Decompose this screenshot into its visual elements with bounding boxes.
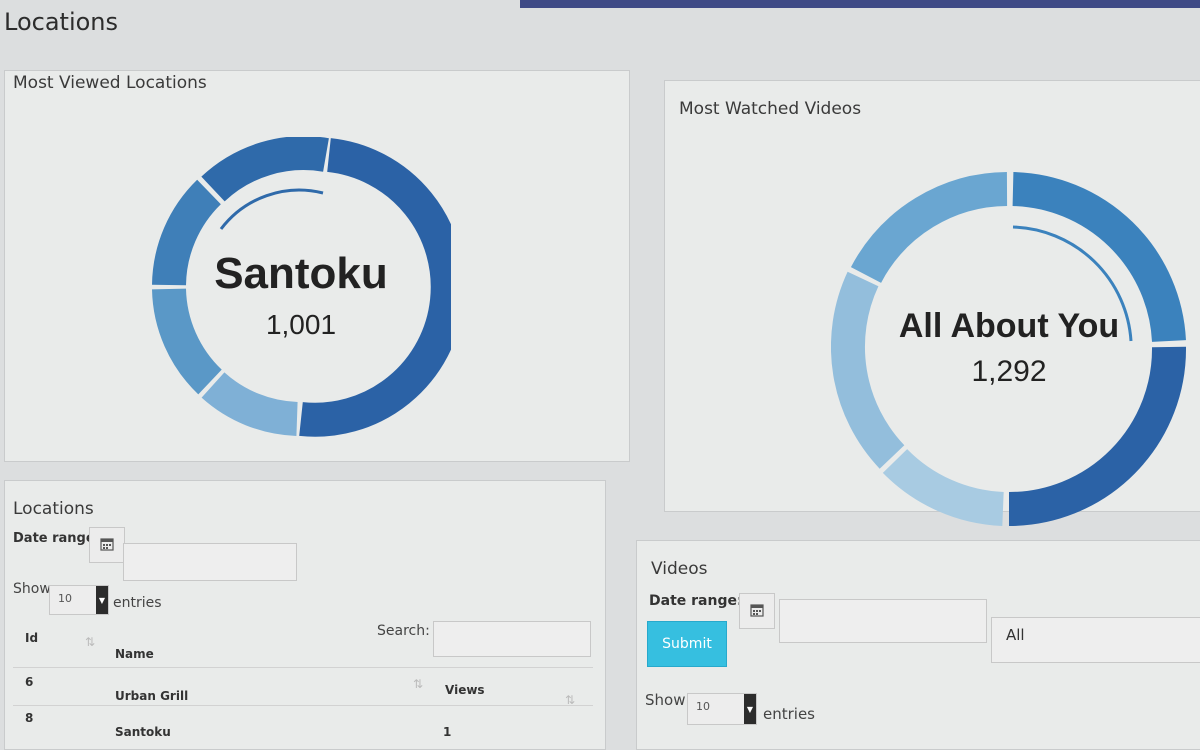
calendar-button[interactable]: [89, 527, 125, 563]
page-size-select[interactable]: 10 ▼: [49, 585, 109, 615]
calendar-button[interactable]: [739, 593, 775, 629]
center-location-value: 1,001: [265, 309, 337, 340]
sort-icon[interactable]: ⇅: [85, 635, 95, 649]
most-watched-videos-panel: Most Watched Videos All About You 1,292: [664, 80, 1200, 526]
show-label: Show: [645, 691, 686, 709]
column-header-id[interactable]: Id: [25, 631, 38, 645]
search-input[interactable]: [433, 621, 591, 657]
donut-segment: [201, 372, 299, 436]
submit-button[interactable]: Submit: [647, 621, 727, 667]
donut-segment: [850, 172, 1008, 284]
table-cell-views: 1: [443, 725, 452, 739]
column-header-name[interactable]: Name: [115, 647, 154, 661]
videos-donut-chart[interactable]: All About You 1,292: [831, 171, 1187, 527]
caret-down-icon: ▼: [744, 694, 756, 724]
panel-title: Locations: [13, 499, 94, 519]
donut-segment: [201, 137, 329, 202]
row-divider: [13, 705, 593, 706]
panel-title: Videos: [651, 559, 708, 579]
show-label: Show: [13, 581, 51, 597]
locations-donut-chart[interactable]: Santoku 1,001: [151, 137, 451, 437]
center-video-value: 1,292: [971, 355, 1047, 388]
locations-table-panel: Locations Date range: Show 10 ▼ entries …: [4, 480, 606, 750]
panel-title: Most Viewed Locations: [13, 73, 207, 93]
table-cell-name[interactable]: Santoku: [115, 725, 171, 739]
row-divider: [13, 667, 593, 668]
date-range-input[interactable]: [779, 599, 987, 643]
table-cell-name[interactable]: Urban Grill: [115, 689, 188, 703]
page-size-value: 10: [696, 700, 710, 713]
table-cell-id: 6: [25, 675, 34, 689]
calendar-icon: [750, 602, 764, 621]
video-filter-select[interactable]: All: [991, 617, 1200, 663]
center-video-name: All About You: [898, 307, 1120, 345]
page-size-select[interactable]: 10 ▼: [687, 693, 757, 725]
table-cell-id: 8: [25, 711, 34, 725]
column-header-views[interactable]: Views: [445, 683, 485, 697]
caret-down-icon: ▼: [96, 586, 108, 614]
videos-table-panel: Videos Date range: All Submit Show 10 ▼ …: [636, 540, 1200, 750]
date-range-input[interactable]: [123, 543, 297, 581]
date-range-label: Date range:: [13, 531, 100, 546]
center-location-name: Santoku: [214, 249, 388, 298]
page-title: Locations: [4, 8, 119, 36]
donut-hover-arc: [219, 188, 324, 230]
most-viewed-locations-panel: Most Viewed Locations Santoku 1,001: [4, 70, 630, 462]
panel-title: Most Watched Videos: [679, 99, 862, 119]
search-label: Search:: [377, 623, 430, 639]
top-bar: [520, 0, 1200, 8]
date-range-label: Date range:: [649, 593, 743, 609]
page-size-value: 10: [58, 592, 72, 605]
donut-segment: [882, 448, 1005, 526]
entries-label: entries: [763, 705, 815, 723]
entries-label: entries: [113, 595, 162, 611]
calendar-icon: [100, 536, 114, 555]
sort-icon[interactable]: ⇅: [413, 677, 423, 691]
